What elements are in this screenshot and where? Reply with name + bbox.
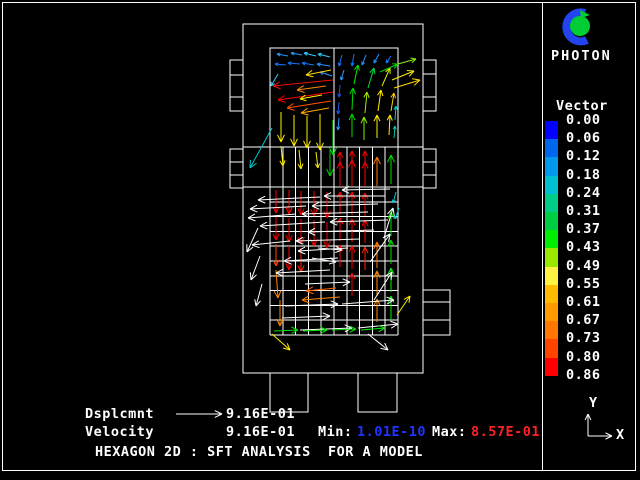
min-value: 1.01E-10 xyxy=(357,425,426,439)
legend-value: 0.00 xyxy=(566,112,601,128)
max-label: Max: xyxy=(432,425,467,439)
dsplcmnt-label: Dsplcmnt xyxy=(85,407,154,421)
legend-swatch xyxy=(545,248,558,266)
legend-value: 0.80 xyxy=(566,349,601,365)
axis-y-label: Y xyxy=(589,396,598,410)
legend-value: 0.43 xyxy=(566,239,601,255)
photon-logo xyxy=(547,5,603,47)
legend-swatch xyxy=(545,267,558,285)
legend-title: Vector xyxy=(556,99,608,113)
legend-swatch xyxy=(545,139,558,157)
legend-value: 0.06 xyxy=(566,130,601,146)
legend-swatch xyxy=(545,157,558,175)
model-outline xyxy=(230,149,243,188)
model-outline xyxy=(230,60,243,111)
legend-swatch xyxy=(545,321,558,339)
legend-value: 0.61 xyxy=(566,294,601,310)
legend-value: 0.86 xyxy=(566,367,601,383)
legend-value: 0.12 xyxy=(566,148,601,164)
dsplcmnt-value: 9.16E-01 xyxy=(226,407,295,421)
legend-value: 0.37 xyxy=(566,221,601,237)
axis-x-label: X xyxy=(616,428,625,442)
legend-swatch xyxy=(545,121,558,139)
min-label: Min: xyxy=(318,425,353,439)
logo-disc xyxy=(570,16,590,36)
legend-value: 0.55 xyxy=(566,276,601,292)
legend-swatch xyxy=(545,176,558,194)
model-outline xyxy=(358,373,397,412)
velocity-value: 9.16E-01 xyxy=(226,425,295,439)
max-value: 8.57E-01 xyxy=(471,425,540,439)
model-outline xyxy=(423,149,436,188)
legend-swatch xyxy=(545,194,558,212)
model-outline xyxy=(423,60,436,111)
legend-swatch xyxy=(545,339,558,357)
legend-swatch xyxy=(545,230,558,248)
legend-swatch xyxy=(545,303,558,321)
model-outline xyxy=(423,290,450,335)
photon-app-window: PHOTON Vector Y X Dsplcmnt 9.16E-01 Velo… xyxy=(0,0,640,480)
footer-title: HEXAGON 2D : SFT ANALYSIS FOR A MODEL xyxy=(95,445,423,459)
legend-value: 0.31 xyxy=(566,203,601,219)
legend-value: 0.73 xyxy=(566,330,601,346)
app-title: PHOTON xyxy=(551,49,612,63)
legend-swatch xyxy=(545,212,558,230)
legend-value: 0.67 xyxy=(566,312,601,328)
legend-value: 0.49 xyxy=(566,258,601,274)
legend-value: 0.18 xyxy=(566,167,601,183)
legend-value: 0.24 xyxy=(566,185,601,201)
velocity-label: Velocity xyxy=(85,425,154,439)
legend-swatch xyxy=(545,285,558,303)
legend-swatch xyxy=(545,358,558,376)
